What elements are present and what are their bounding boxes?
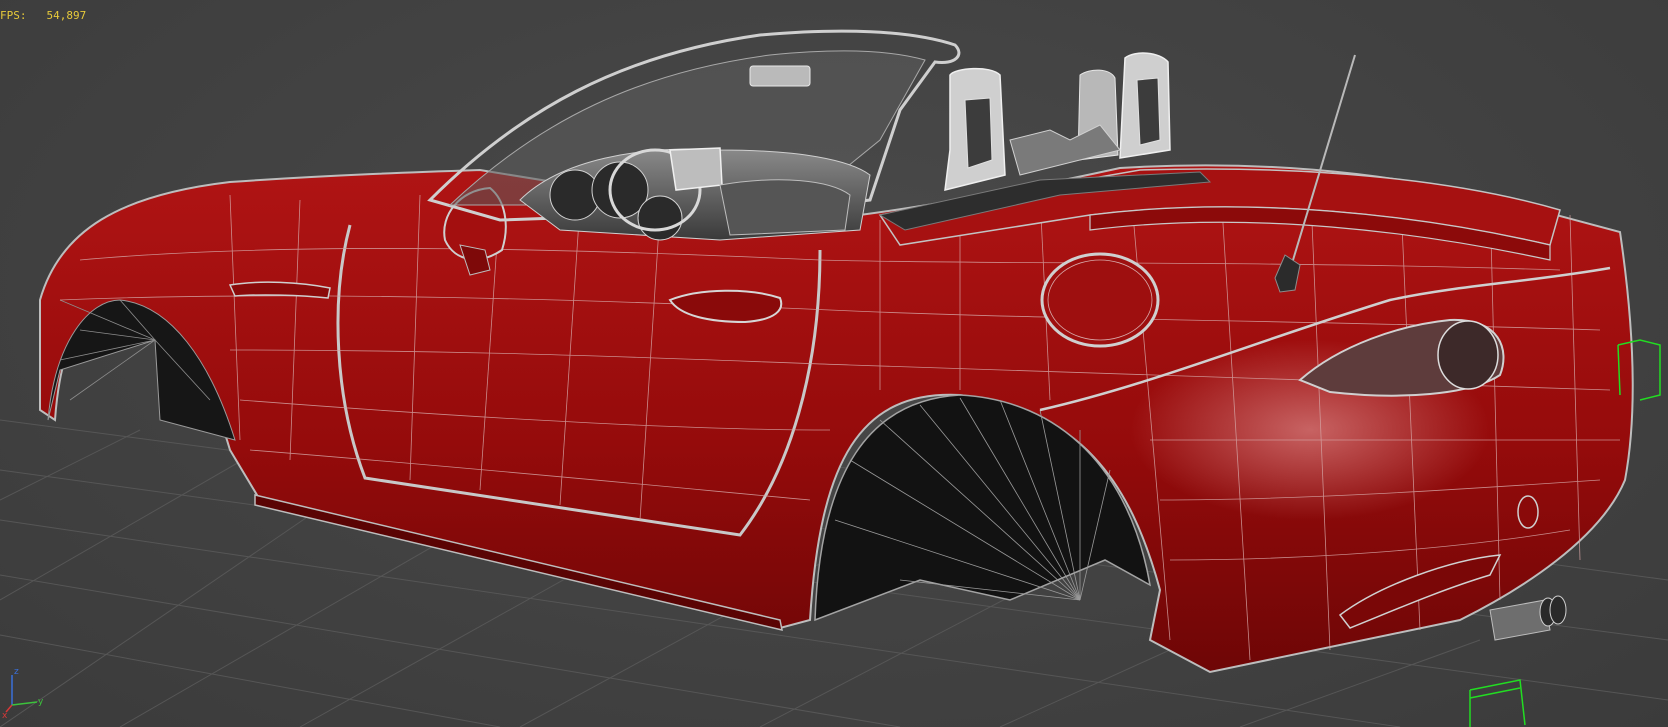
- x-axis-label: x: [2, 711, 8, 720]
- fps-value: 54,897: [46, 9, 87, 22]
- z-axis-label: z: [14, 667, 19, 677]
- tail-light-ring: [1437, 320, 1499, 390]
- y-axis-label: y: [38, 697, 44, 707]
- wind-deflector: [1009, 124, 1121, 176]
- car-model[interactable]: [39, 164, 1634, 674]
- 3d-viewport[interactable]: FPS: 54,897 z y x: [0, 0, 1668, 727]
- axis-gizmo: z y x: [2, 667, 44, 720]
- exhaust-pipes: [1489, 595, 1567, 641]
- rearview-mirror: [749, 65, 811, 87]
- rear-sensor: [1517, 495, 1539, 529]
- scene-canvas[interactable]: [0, 0, 1668, 727]
- fps-label: FPS:: [0, 9, 27, 22]
- center-console: [719, 179, 851, 236]
- fps-readout: FPS: 54,897: [0, 9, 86, 22]
- y-axis-icon: [11, 701, 38, 706]
- infotainment-screen: [669, 147, 723, 191]
- fuel-cap[interactable]: [1040, 252, 1160, 348]
- gauge-right: [637, 195, 683, 241]
